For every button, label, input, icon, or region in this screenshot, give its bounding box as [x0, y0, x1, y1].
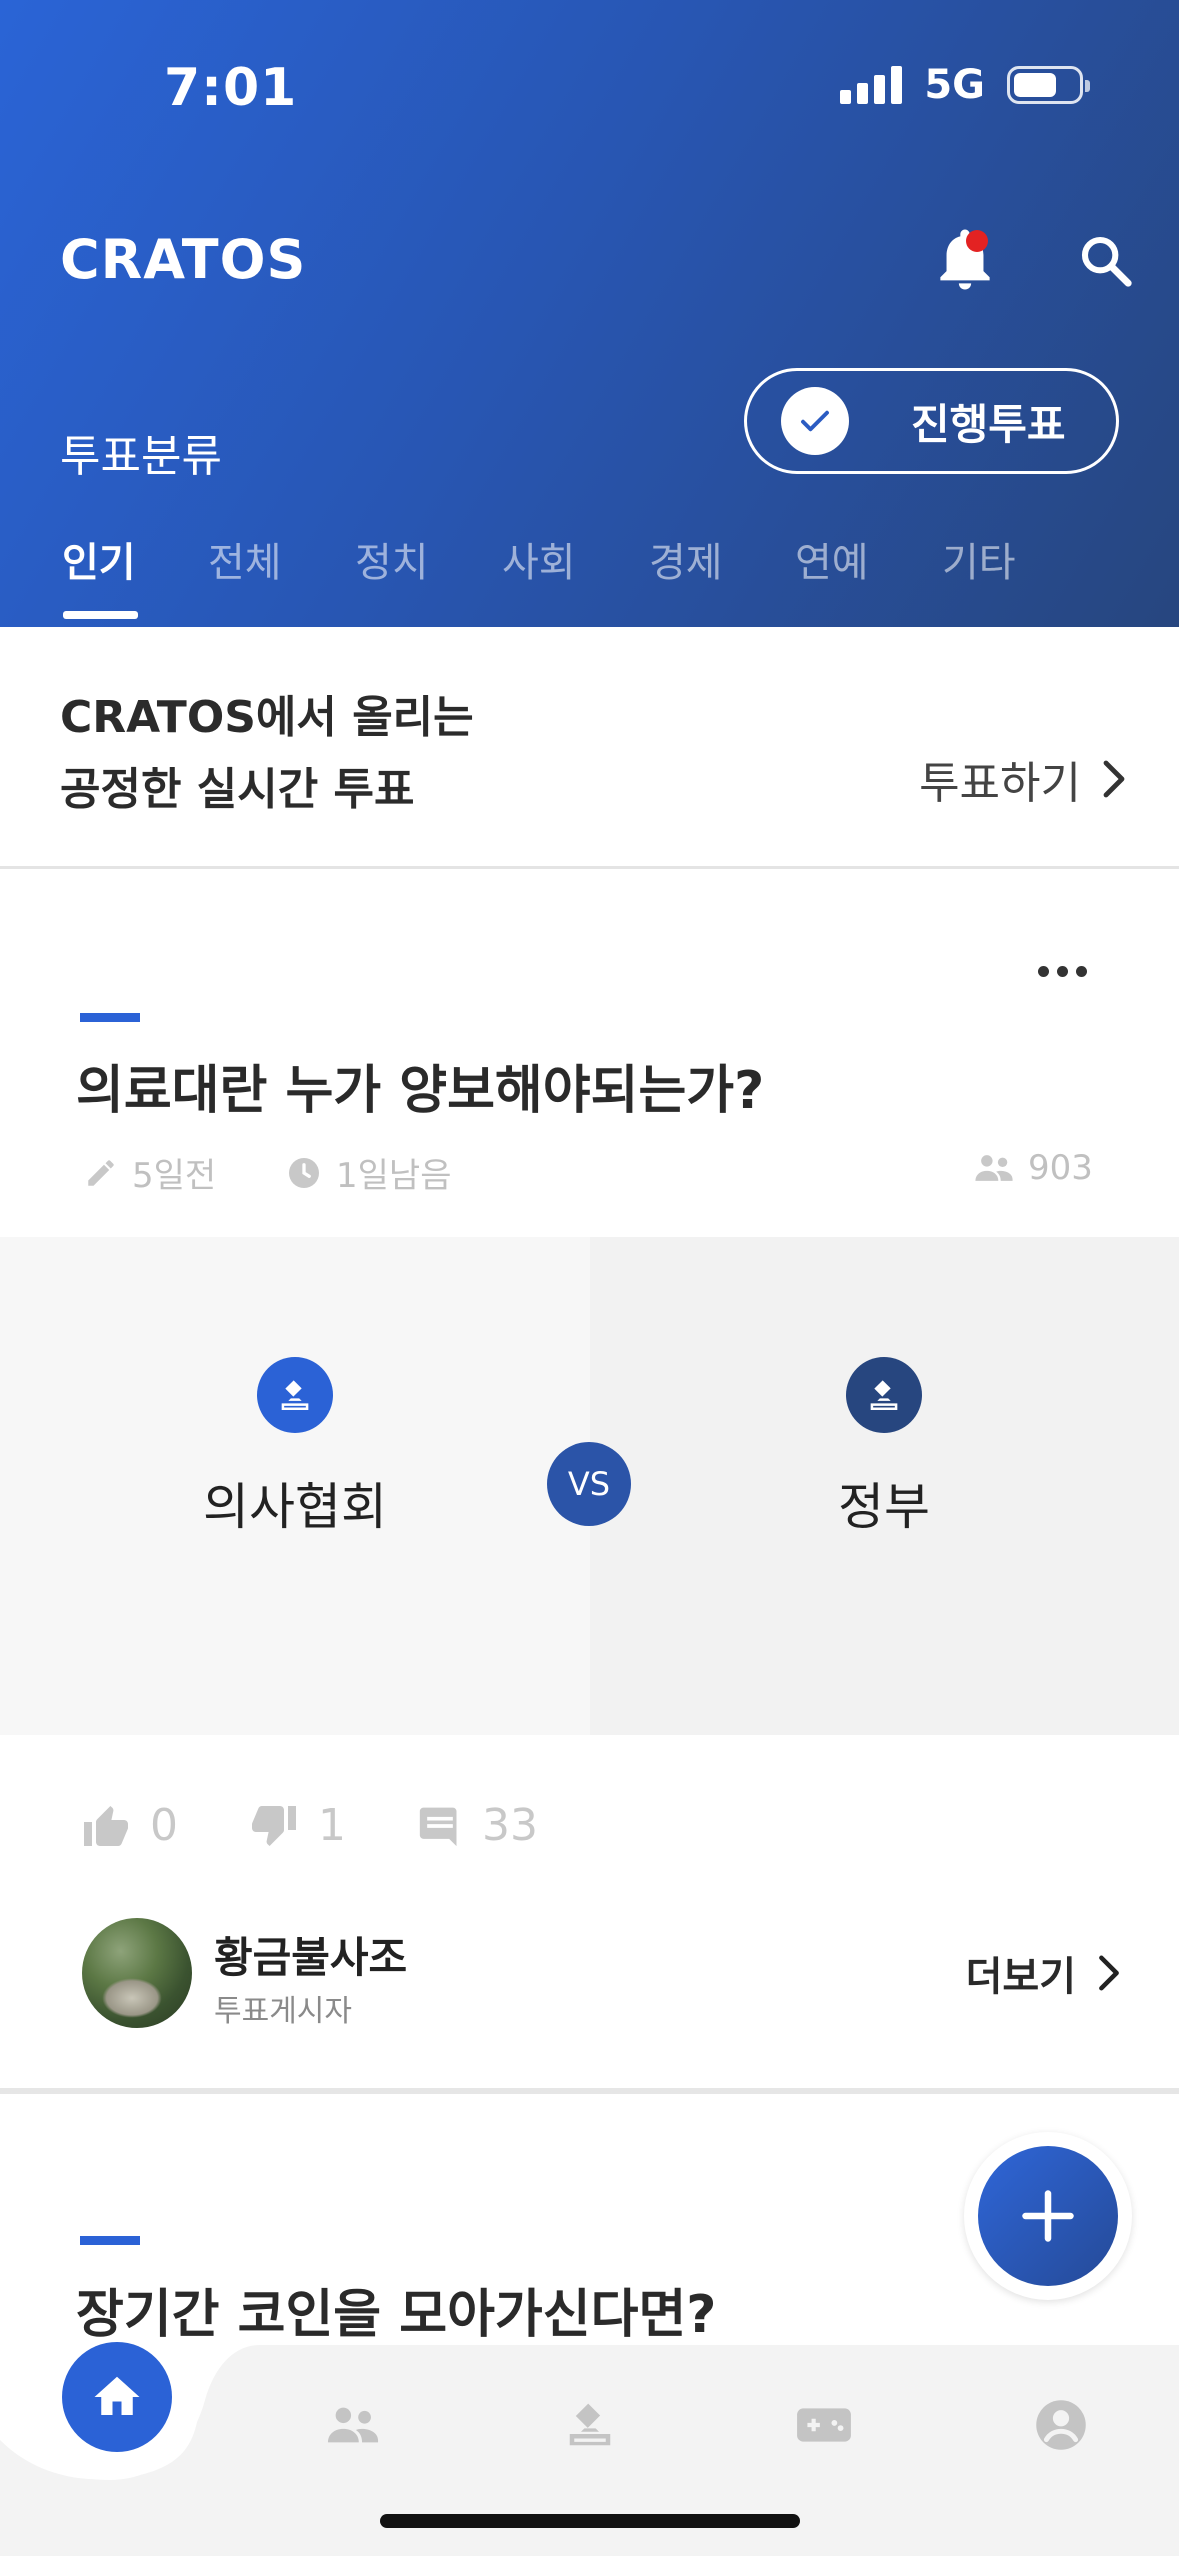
title-accent-bar	[80, 2236, 140, 2245]
category-label: 투표분류	[60, 431, 222, 482]
clock-icon	[289, 1157, 319, 1188]
battery-icon	[1007, 66, 1090, 104]
tab-economy[interactable]: 경제	[649, 530, 723, 588]
participant-count: 903	[974, 1148, 1093, 1188]
tab-etc[interactable]: 기타	[942, 530, 1016, 588]
posted-time: 5일전	[84, 1148, 216, 1197]
account-circle-icon	[1036, 2400, 1086, 2450]
ongoing-votes-label: 진행투표	[911, 399, 1066, 449]
author-role: 투표게시자	[214, 1994, 352, 2029]
see-more-label: 더보기	[965, 1954, 1076, 2000]
gamepad-icon	[797, 2408, 851, 2442]
participant-count-label: 903	[1028, 1148, 1093, 1188]
avatar[interactable]	[82, 1918, 192, 2028]
ballot-icon	[257, 1357, 333, 1433]
dislike-count: 1	[318, 1800, 346, 1851]
plus-icon	[978, 2146, 1118, 2286]
people-icon	[975, 1155, 1013, 1181]
check-icon	[781, 387, 849, 455]
nav-vote[interactable]	[560, 2395, 620, 2455]
network-type: 5G	[924, 62, 985, 108]
tab-entertainment[interactable]: 연예	[795, 530, 869, 588]
nav-home[interactable]	[62, 2342, 172, 2452]
create-vote-button[interactable]	[964, 2132, 1132, 2300]
tab-popular[interactable]: 인기	[62, 530, 136, 588]
nav-profile[interactable]	[1031, 2395, 1091, 2455]
thumbs-down-icon	[252, 1805, 296, 1846]
active-tab-indicator	[63, 611, 138, 619]
post-title[interactable]: 장기간 코인을 모아가신다면?	[76, 2272, 716, 2347]
comment-count: 33	[482, 1800, 538, 1851]
signal-icon	[840, 66, 903, 104]
see-more-button[interactable]: 더보기	[966, 1944, 1122, 2002]
option-right-label: 정부	[838, 1478, 930, 1536]
reaction-bar: 0 1 33	[82, 1800, 610, 1851]
vote-options: 의사협회 정부 VS	[0, 1237, 1179, 1735]
comment-icon	[419, 1807, 457, 1846]
vote-banner[interactable]: CRATOS에서 올리는 공정한 실시간 투표 투표하기	[0, 627, 1179, 869]
home-indicator	[380, 2514, 800, 2528]
vote-now-label: 투표하기	[919, 758, 1081, 809]
option-right[interactable]: 정부	[590, 1237, 1179, 1735]
post-title[interactable]: 의료대란 누가 양보해야되는가?	[76, 1048, 764, 1123]
post-divider	[0, 2088, 1179, 2094]
banner-line-2: 공정한 실시간 투표	[60, 764, 415, 815]
people-icon	[327, 2407, 379, 2443]
ballot-icon	[569, 2403, 611, 2446]
tab-all[interactable]: 전체	[208, 530, 282, 588]
tab-politics[interactable]: 정치	[355, 530, 429, 588]
option-left[interactable]: 의사협회	[0, 1237, 590, 1735]
more-options-icon[interactable]	[1038, 966, 1088, 980]
app-logo: CRATOS	[60, 228, 307, 291]
search-icon[interactable]	[1078, 233, 1134, 289]
banner-line-1: CRATOS에서 올리는	[60, 692, 474, 743]
chevron-right-icon	[1103, 760, 1125, 798]
notification-badge	[966, 230, 988, 252]
category-tabs: 인기 전체 정치 사회 경제 연예 기타	[0, 530, 1179, 627]
vs-badge: VS	[547, 1442, 631, 1526]
like-button[interactable]: 0	[82, 1800, 178, 1851]
posted-time-label: 5일전	[132, 1156, 217, 1196]
remaining-time: 1일남음	[286, 1148, 451, 1197]
tab-society[interactable]: 사회	[502, 530, 576, 588]
author-name[interactable]: 황금불사조	[214, 1924, 407, 1985]
thumbs-up-icon	[84, 1805, 128, 1846]
home-icon	[94, 2376, 140, 2415]
ballot-icon	[846, 1357, 922, 1433]
dislike-button[interactable]: 1	[250, 1800, 346, 1851]
chevron-right-icon	[1099, 1955, 1119, 1991]
banner-title: CRATOS에서 올리는 공정한 실시간 투표	[60, 682, 474, 826]
option-left-label: 의사협회	[203, 1478, 387, 1536]
pencil-icon	[88, 1159, 114, 1186]
comment-button[interactable]: 33	[418, 1800, 538, 1851]
title-accent-bar	[80, 1013, 140, 1022]
app-header: 7:01 5G CRATOS 투표분류 진행투표 인기 전체 정치 사회 경제 …	[0, 0, 1179, 627]
author-row: 황금불사조 투표게시자 더보기	[82, 1918, 1122, 2029]
vote-now-link[interactable]: 투표하기	[919, 747, 1129, 811]
remaining-time-label: 1일남음	[336, 1156, 452, 1196]
status-time: 7:01	[164, 58, 298, 118]
like-count: 0	[150, 1800, 178, 1851]
status-indicators: 5G	[840, 62, 1090, 108]
ongoing-votes-button[interactable]: 진행투표	[744, 368, 1119, 474]
nav-game[interactable]	[794, 2395, 854, 2455]
nav-community[interactable]	[323, 2395, 383, 2455]
